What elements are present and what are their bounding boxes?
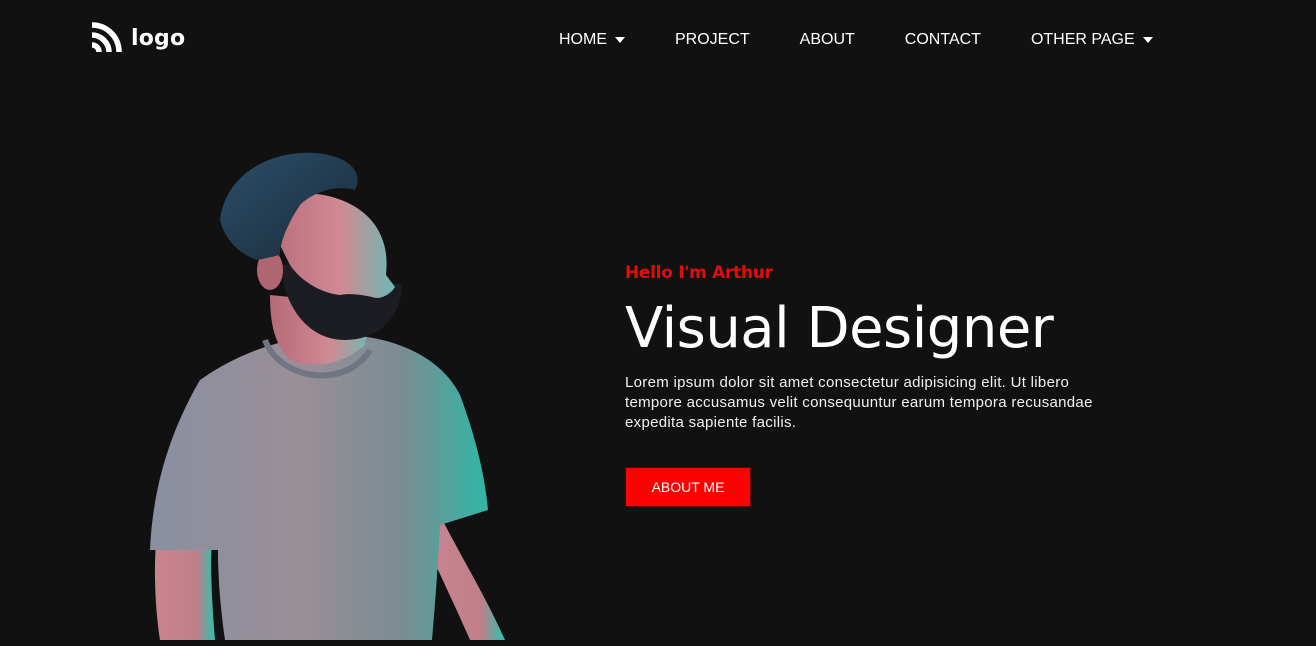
nav-item-about-label: ABOUT bbox=[799, 31, 855, 48]
hero-content: Hello I'm Arthur Visual Designer Lorem i… bbox=[625, 263, 1145, 507]
about-me-button[interactable]: ABOUT ME bbox=[625, 467, 751, 507]
page: logo HOME PROJECT ABOUT CONTACT OTHER PA… bbox=[0, 0, 1316, 646]
rss-logo-icon bbox=[91, 22, 122, 53]
hero-description: Lorem ipsum dolor sit amet consectetur a… bbox=[625, 374, 1093, 431]
hero-greeting: Hello I'm Arthur bbox=[625, 263, 773, 283]
nav-item-home-label: HOME bbox=[559, 31, 607, 48]
logo-text: logo bbox=[131, 25, 186, 51]
caret-down-icon bbox=[615, 37, 625, 43]
nav-item-home[interactable]: HOME bbox=[559, 31, 625, 49]
nav-item-contact[interactable]: CONTACT bbox=[905, 31, 981, 49]
nav-item-other-page-label: OTHER PAGE bbox=[1030, 31, 1135, 48]
nav-item-project[interactable]: PROJECT bbox=[675, 31, 750, 49]
nav-item-contact-label: CONTACT bbox=[904, 31, 981, 48]
caret-down-icon bbox=[1142, 37, 1153, 43]
hero-title: Visual Designer bbox=[625, 296, 1054, 361]
nav-item-other-page[interactable]: OTHER PAGE bbox=[1031, 31, 1153, 49]
site-logo[interactable]: logo bbox=[90, 22, 185, 54]
about-me-button-label: ABOUT ME bbox=[651, 479, 725, 495]
nav-item-about[interactable]: ABOUT bbox=[800, 31, 855, 49]
main-nav: HOME PROJECT ABOUT CONTACT OTHER PAGE bbox=[559, 31, 1153, 49]
hero-portrait-image bbox=[150, 152, 505, 640]
nav-item-project-label: PROJECT bbox=[675, 31, 750, 48]
